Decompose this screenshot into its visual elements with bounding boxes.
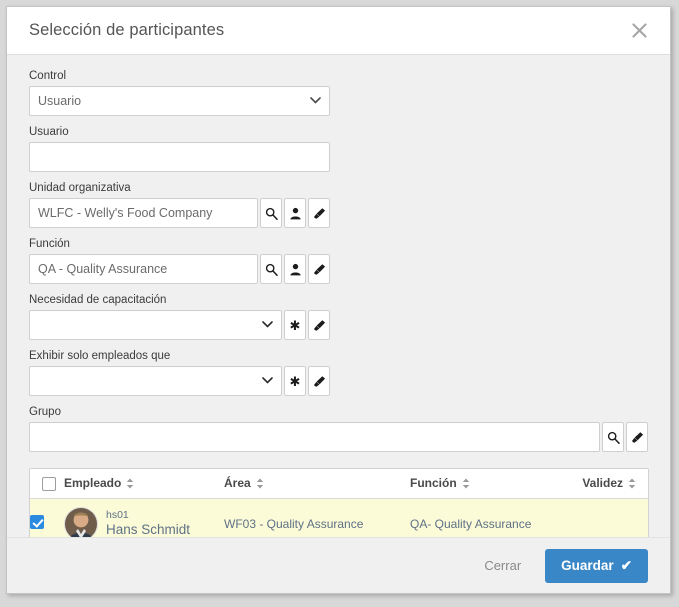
- unidad-organizativa-input[interactable]: [29, 198, 258, 228]
- participant-selection-dialog: Selección de participantes Control Usuar…: [6, 6, 671, 594]
- field-usuario: Usuario: [29, 125, 330, 172]
- screen-background: Selección de participantes Control Usuar…: [0, 0, 679, 607]
- column-header-validez[interactable]: Validez: [570, 469, 648, 499]
- field-necesidad-label: Necesidad de capacitación: [29, 294, 167, 306]
- field-grupo: Grupo: [29, 405, 648, 452]
- field-grupo-label: Grupo: [29, 406, 61, 418]
- column-label-validez: Validez: [582, 476, 623, 491]
- row-select-cell: [30, 498, 64, 537]
- dialog-footer: Cerrar Guardar ✔: [7, 537, 670, 593]
- search-icon[interactable]: [260, 254, 282, 284]
- control-select[interactable]: Usuario: [29, 86, 330, 116]
- select-all-header: [30, 469, 64, 499]
- usuario-input[interactable]: [29, 142, 330, 172]
- check-icon: ✔: [620, 557, 632, 573]
- asterisk-glyph: ✱: [289, 373, 301, 389]
- asterisk-icon[interactable]: ✱: [284, 366, 306, 396]
- field-exhibir-label: Exhibir solo empleados que: [29, 350, 171, 362]
- cell-empleado: hs01 Hans Schmidt: [64, 498, 224, 537]
- person-icon[interactable]: [284, 254, 306, 284]
- funcion-input[interactable]: [29, 254, 258, 284]
- column-label-funcion: Función: [410, 476, 457, 491]
- participants-table: Empleado Área Función Validez hs01 Hans …: [29, 468, 649, 537]
- sort-icon[interactable]: [462, 478, 470, 489]
- control-select-value: Usuario: [38, 94, 82, 108]
- field-usuario-label: Usuario: [29, 126, 69, 138]
- avatar: [64, 506, 98, 537]
- column-header-funcion[interactable]: Función: [410, 469, 570, 499]
- cell-validez: [570, 498, 648, 537]
- field-necesidad-capacitacion: Necesidad de capacitación ✱: [29, 293, 330, 340]
- column-header-empleado[interactable]: Empleado: [64, 469, 224, 499]
- field-control: Control Usuario: [29, 69, 330, 116]
- field-unidad-organizativa: Unidad organizativa: [29, 181, 330, 228]
- field-funcion: Función: [29, 237, 330, 284]
- brush-icon[interactable]: [626, 422, 648, 452]
- filter-form: Control Usuario Usuario Unidad organizat…: [29, 69, 648, 461]
- exhibir-select[interactable]: [29, 366, 282, 396]
- grupo-input[interactable]: [29, 422, 600, 452]
- person-icon[interactable]: [284, 198, 306, 228]
- field-unidad-label: Unidad organizativa: [29, 182, 131, 194]
- chevron-down-icon: [262, 320, 273, 331]
- cell-area: WF03 - Quality Assurance: [224, 498, 410, 537]
- select-all-checkbox[interactable]: [42, 476, 56, 491]
- brush-icon[interactable]: [308, 366, 330, 396]
- necesidad-select[interactable]: [29, 310, 282, 340]
- search-icon[interactable]: [602, 422, 624, 452]
- sort-icon[interactable]: [126, 478, 134, 489]
- close-icon[interactable]: [626, 18, 652, 44]
- chevron-down-icon: [262, 376, 273, 387]
- dialog-header: Selección de participantes: [7, 7, 670, 55]
- dialog-body: Control Usuario Usuario Unidad organizat…: [7, 55, 670, 537]
- field-exhibir-empleados: Exhibir solo empleados que ✱: [29, 349, 330, 396]
- brush-icon[interactable]: [308, 310, 330, 340]
- column-label-empleado: Empleado: [64, 476, 122, 491]
- cancel-button[interactable]: Cerrar: [478, 557, 527, 574]
- sort-icon[interactable]: [256, 478, 264, 489]
- cell-funcion: QA- Quality Assurance: [410, 498, 570, 537]
- column-header-area[interactable]: Área: [224, 469, 410, 499]
- employee-name: Hans Schmidt: [106, 522, 191, 537]
- employee-id: hs01: [106, 509, 129, 522]
- row-checkbox[interactable]: [30, 515, 44, 530]
- asterisk-glyph: ✱: [289, 317, 301, 333]
- brush-icon[interactable]: [308, 254, 330, 284]
- save-button-label: Guardar: [561, 558, 614, 573]
- save-button[interactable]: Guardar ✔: [545, 548, 648, 583]
- sort-icon[interactable]: [628, 478, 636, 489]
- table-row[interactable]: hs01 Hans Schmidt WF03 - Quality Assuran…: [30, 498, 648, 537]
- chevron-down-icon: [310, 96, 321, 107]
- brush-icon[interactable]: [308, 198, 330, 228]
- page-title: Selección de participantes: [29, 21, 225, 39]
- table-header-row: Empleado Área Función Validez: [30, 469, 648, 499]
- column-label-area: Área: [224, 476, 251, 491]
- search-icon[interactable]: [260, 198, 282, 228]
- asterisk-icon[interactable]: ✱: [284, 310, 306, 340]
- field-funcion-label: Función: [29, 238, 70, 250]
- field-control-label: Control: [29, 70, 67, 82]
